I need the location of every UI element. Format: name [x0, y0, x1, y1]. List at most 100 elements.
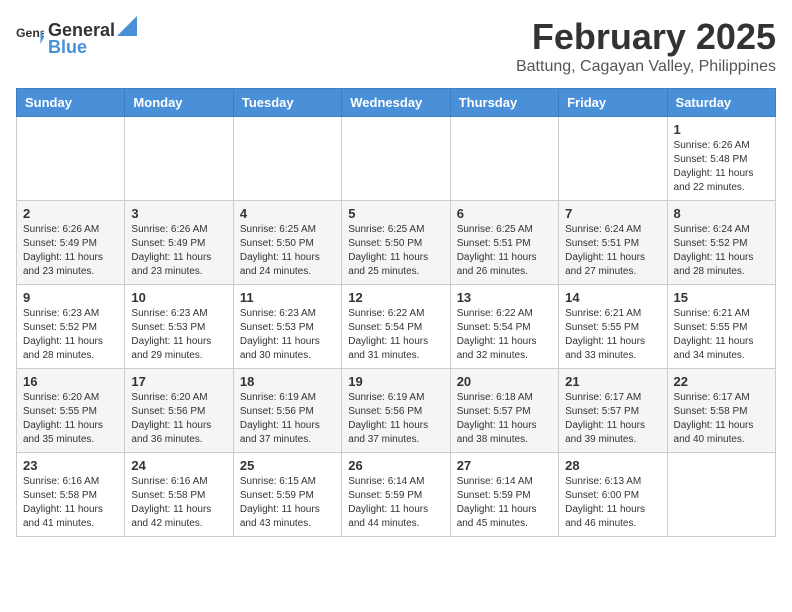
day-number: 15	[674, 290, 769, 305]
calendar-table: SundayMondayTuesdayWednesdayThursdayFrid…	[16, 88, 776, 537]
calendar-cell: 18 Sunrise: 6:19 AM Sunset: 5:56 PM Dayli…	[233, 369, 341, 453]
weekday-monday: Monday	[125, 89, 233, 117]
day-info: Sunrise: 6:26 AM Sunset: 5:49 PM Dayligh…	[23, 223, 118, 279]
calendar-cell: 5 Sunrise: 6:25 AM Sunset: 5:50 PM Daylig…	[342, 201, 450, 285]
day-number: 17	[131, 374, 226, 389]
calendar-cell	[559, 117, 667, 201]
month-year: February 2025	[516, 16, 776, 58]
day-info: Sunrise: 6:19 AM Sunset: 5:56 PM Dayligh…	[348, 391, 443, 447]
weekday-friday: Friday	[559, 89, 667, 117]
day-number: 10	[131, 290, 226, 305]
calendar-week-row: 2Sunrise: 6:26 AM Sunset: 5:49 PM Daylig…	[17, 201, 776, 285]
day-info: Sunrise: 6:25 AM Sunset: 5:50 PM Dayligh…	[240, 223, 335, 279]
calendar-cell: 17 Sunrise: 6:20 AM Sunset: 5:56 PM Dayli…	[125, 369, 233, 453]
calendar-cell	[125, 117, 233, 201]
day-info: Sunrise: 6:25 AM Sunset: 5:51 PM Dayligh…	[457, 223, 552, 279]
calendar-cell: 26 Sunrise: 6:14 AM Sunset: 5:59 PM Dayli…	[342, 453, 450, 537]
calendar-cell: 22Sunrise: 6:17 AM Sunset: 5:58 PM Dayli…	[667, 369, 775, 453]
day-info: Sunrise: 6:17 AM Sunset: 5:57 PM Dayligh…	[565, 391, 660, 447]
calendar-cell: 6 Sunrise: 6:25 AM Sunset: 5:51 PM Daylig…	[450, 201, 558, 285]
calendar-week-row: 9Sunrise: 6:23 AM Sunset: 5:52 PM Daylig…	[17, 285, 776, 369]
svg-text:General: General	[16, 26, 44, 40]
header: General General Blue February 2025 Battu…	[16, 16, 776, 76]
day-number: 16	[23, 374, 118, 389]
calendar-cell	[342, 117, 450, 201]
calendar-cell	[17, 117, 125, 201]
calendar-cell: 16 Sunrise: 6:20 AM Sunset: 5:55 PM Dayli…	[17, 369, 125, 453]
weekday-wednesday: Wednesday	[342, 89, 450, 117]
day-info: Sunrise: 6:20 AM Sunset: 5:55 PM Dayligh…	[23, 391, 118, 447]
calendar-cell: 4 Sunrise: 6:25 AM Sunset: 5:50 PM Daylig…	[233, 201, 341, 285]
day-info: Sunrise: 6:26 AM Sunset: 5:49 PM Dayligh…	[131, 223, 226, 279]
day-info: Sunrise: 6:23 AM Sunset: 5:53 PM Dayligh…	[240, 307, 335, 363]
day-number: 7	[565, 206, 660, 221]
calendar-cell	[667, 453, 775, 537]
day-number: 25	[240, 458, 335, 473]
day-number: 28	[565, 458, 660, 473]
calendar-cell: 27 Sunrise: 6:14 AM Sunset: 5:59 PM Dayli…	[450, 453, 558, 537]
calendar-cell: 14Sunrise: 6:21 AM Sunset: 5:55 PM Dayli…	[559, 285, 667, 369]
day-number: 12	[348, 290, 443, 305]
logo: General General Blue	[16, 16, 137, 58]
weekday-header-row: SundayMondayTuesdayWednesdayThursdayFrid…	[17, 89, 776, 117]
day-info: Sunrise: 6:15 AM Sunset: 5:59 PM Dayligh…	[240, 475, 335, 531]
calendar-cell: 13 Sunrise: 6:22 AM Sunset: 5:54 PM Dayli…	[450, 285, 558, 369]
calendar-cell: 20 Sunrise: 6:18 AM Sunset: 5:57 PM Dayli…	[450, 369, 558, 453]
calendar-cell: 24 Sunrise: 6:16 AM Sunset: 5:58 PM Dayli…	[125, 453, 233, 537]
day-info: Sunrise: 6:14 AM Sunset: 5:59 PM Dayligh…	[457, 475, 552, 531]
calendar-cell: 2Sunrise: 6:26 AM Sunset: 5:49 PM Daylig…	[17, 201, 125, 285]
day-number: 13	[457, 290, 552, 305]
day-number: 18	[240, 374, 335, 389]
calendar-cell	[450, 117, 558, 201]
day-info: Sunrise: 6:23 AM Sunset: 5:53 PM Dayligh…	[131, 307, 226, 363]
day-number: 24	[131, 458, 226, 473]
calendar-week-row: 1 Sunrise: 6:26 AM Sunset: 5:48 PM Daylig…	[17, 117, 776, 201]
day-info: Sunrise: 6:14 AM Sunset: 5:59 PM Dayligh…	[348, 475, 443, 531]
day-info: Sunrise: 6:18 AM Sunset: 5:57 PM Dayligh…	[457, 391, 552, 447]
day-number: 1	[674, 122, 769, 137]
day-number: 4	[240, 206, 335, 221]
day-number: 9	[23, 290, 118, 305]
weekday-sunday: Sunday	[17, 89, 125, 117]
logo-icon: General	[16, 23, 44, 51]
calendar-cell: 12 Sunrise: 6:22 AM Sunset: 5:54 PM Dayli…	[342, 285, 450, 369]
location: Battung, Cagayan Valley, Philippines	[516, 58, 776, 76]
logo-triangle-icon	[117, 16, 137, 36]
calendar-cell: 15 Sunrise: 6:21 AM Sunset: 5:55 PM Dayli…	[667, 285, 775, 369]
day-info: Sunrise: 6:22 AM Sunset: 5:54 PM Dayligh…	[348, 307, 443, 363]
day-number: 21	[565, 374, 660, 389]
day-number: 26	[348, 458, 443, 473]
weekday-thursday: Thursday	[450, 89, 558, 117]
day-info: Sunrise: 6:21 AM Sunset: 5:55 PM Dayligh…	[674, 307, 769, 363]
calendar-cell: 25 Sunrise: 6:15 AM Sunset: 5:59 PM Dayli…	[233, 453, 341, 537]
day-info: Sunrise: 6:16 AM Sunset: 5:58 PM Dayligh…	[131, 475, 226, 531]
calendar-week-row: 23 Sunrise: 6:16 AM Sunset: 5:58 PM Dayli…	[17, 453, 776, 537]
day-info: Sunrise: 6:22 AM Sunset: 5:54 PM Dayligh…	[457, 307, 552, 363]
calendar-cell: 28 Sunrise: 6:13 AM Sunset: 6:00 PM Dayli…	[559, 453, 667, 537]
day-info: Sunrise: 6:21 AM Sunset: 5:55 PM Dayligh…	[565, 307, 660, 363]
day-number: 23	[23, 458, 118, 473]
day-info: Sunrise: 6:24 AM Sunset: 5:52 PM Dayligh…	[674, 223, 769, 279]
calendar-cell: 19Sunrise: 6:19 AM Sunset: 5:56 PM Dayli…	[342, 369, 450, 453]
calendar-cell: 23 Sunrise: 6:16 AM Sunset: 5:58 PM Dayli…	[17, 453, 125, 537]
calendar-cell: 11Sunrise: 6:23 AM Sunset: 5:53 PM Dayli…	[233, 285, 341, 369]
calendar-cell: 10 Sunrise: 6:23 AM Sunset: 5:53 PM Dayli…	[125, 285, 233, 369]
day-info: Sunrise: 6:26 AM Sunset: 5:48 PM Dayligh…	[674, 139, 769, 195]
calendar-cell: 21 Sunrise: 6:17 AM Sunset: 5:57 PM Dayli…	[559, 369, 667, 453]
day-info: Sunrise: 6:16 AM Sunset: 5:58 PM Dayligh…	[23, 475, 118, 531]
calendar-cell: 7 Sunrise: 6:24 AM Sunset: 5:51 PM Daylig…	[559, 201, 667, 285]
calendar-cell	[233, 117, 341, 201]
day-number: 20	[457, 374, 552, 389]
day-number: 6	[457, 206, 552, 221]
day-info: Sunrise: 6:13 AM Sunset: 6:00 PM Dayligh…	[565, 475, 660, 531]
day-number: 27	[457, 458, 552, 473]
day-info: Sunrise: 6:25 AM Sunset: 5:50 PM Dayligh…	[348, 223, 443, 279]
day-info: Sunrise: 6:17 AM Sunset: 5:58 PM Dayligh…	[674, 391, 769, 447]
day-number: 3	[131, 206, 226, 221]
calendar-cell: 1 Sunrise: 6:26 AM Sunset: 5:48 PM Daylig…	[667, 117, 775, 201]
weekday-tuesday: Tuesday	[233, 89, 341, 117]
day-info: Sunrise: 6:20 AM Sunset: 5:56 PM Dayligh…	[131, 391, 226, 447]
day-number: 5	[348, 206, 443, 221]
day-info: Sunrise: 6:24 AM Sunset: 5:51 PM Dayligh…	[565, 223, 660, 279]
day-info: Sunrise: 6:19 AM Sunset: 5:56 PM Dayligh…	[240, 391, 335, 447]
